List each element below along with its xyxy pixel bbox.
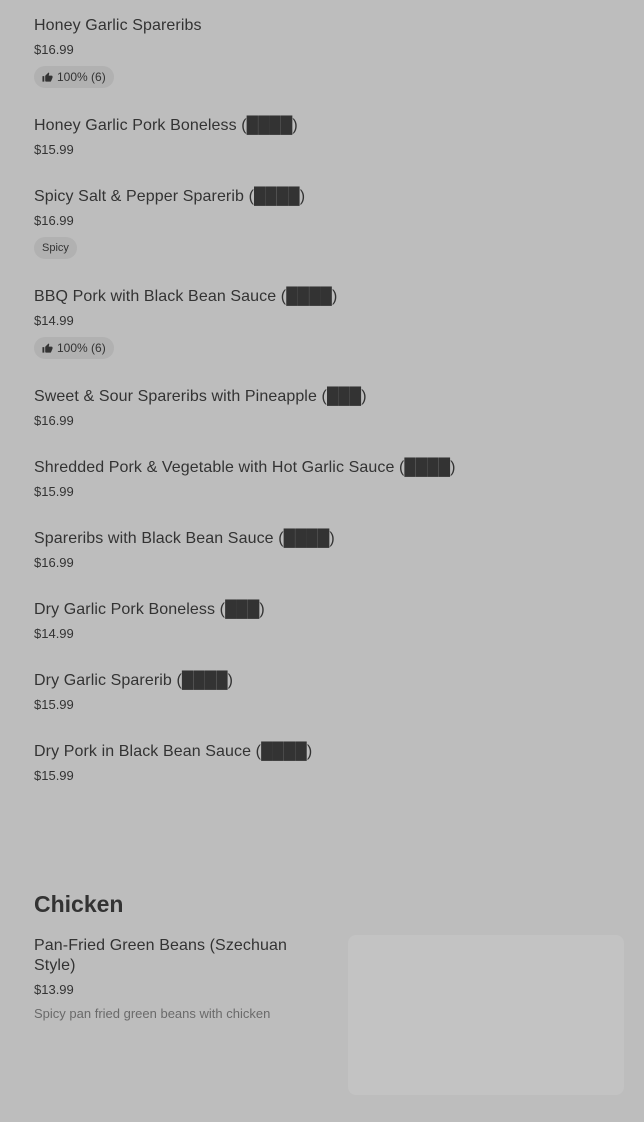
menu-item-dry-pork-black-bean[interactable]: Dry Pork in Black Bean Sauce (████) $15.…: [34, 742, 624, 785]
item-name: Spicy Salt & Pepper Sparerib (████): [34, 188, 306, 205]
item-name: BBQ Pork with Black Bean Sauce (████): [34, 288, 338, 305]
menu-item-pan-fried-green-beans[interactable]: Pan-Fried Green Beans (Szechuan Style) $…: [34, 936, 314, 1023]
thumbs-up-icon: [42, 342, 53, 353]
item-name: Honey Garlic Pork Boneless (████): [34, 117, 298, 134]
item-price: $15.99: [34, 768, 74, 783]
menu-item-spicy-salt-pepper-sparerib[interactable]: Spicy Salt & Pepper Sparerib (████) $16.…: [34, 187, 624, 259]
item-name: Spareribs with Black Bean Sauce (████): [34, 530, 335, 547]
menu-item-bbq-pork-black-bean[interactable]: BBQ Pork with Black Bean Sauce (████) $1…: [34, 287, 624, 359]
item-price: $16.99: [34, 213, 74, 228]
spicy-tag: Spicy: [34, 237, 77, 259]
menu-page: Honey Garlic Spareribs $16.99 100% (6) H…: [0, 0, 644, 1122]
menu-item-honey-garlic-spareribs[interactable]: Honey Garlic Spareribs $16.99 100% (6): [34, 16, 624, 88]
item-price: $14.99: [34, 626, 74, 641]
section-title-chicken: Chicken: [34, 891, 124, 917]
rating-text: 100% (6): [57, 341, 106, 355]
menu-item-sweet-sour-spareribs[interactable]: Sweet & Sour Spareribs with Pineapple (█…: [34, 387, 624, 430]
item-image-placeholder[interactable]: [348, 935, 624, 1095]
menu-item-dry-garlic-sparerib[interactable]: Dry Garlic Sparerib (████) $15.99: [34, 671, 624, 714]
item-price: $13.99: [34, 982, 74, 997]
item-price: $15.99: [34, 484, 74, 499]
menu-item-spareribs-black-bean[interactable]: Spareribs with Black Bean Sauce (████) $…: [34, 529, 624, 572]
menu-item-honey-garlic-pork-boneless[interactable]: Honey Garlic Pork Boneless (████) $15.99: [34, 116, 624, 159]
item-name: Shredded Pork & Vegetable with Hot Garli…: [34, 459, 456, 476]
item-name: Dry Pork in Black Bean Sauce (████): [34, 743, 313, 760]
thumbs-up-icon: [42, 71, 53, 82]
item-name: Dry Garlic Pork Boneless (███): [34, 601, 265, 618]
rating-badge: 100% (6): [34, 66, 114, 88]
item-name: Honey Garlic Spareribs: [34, 17, 202, 34]
rating-badge: 100% (6): [34, 337, 114, 359]
item-name: Sweet & Sour Spareribs with Pineapple (█…: [34, 388, 367, 405]
rating-text: 100% (6): [57, 70, 106, 84]
item-price: $14.99: [34, 313, 74, 328]
item-name: Pan-Fried Green Beans (Szechuan Style): [34, 937, 288, 974]
item-price: $15.99: [34, 142, 74, 157]
item-price: $16.99: [34, 42, 74, 57]
menu-item-dry-garlic-pork-boneless[interactable]: Dry Garlic Pork Boneless (███) $14.99: [34, 600, 624, 643]
pork-menu-list: Honey Garlic Spareribs $16.99 100% (6) H…: [34, 16, 624, 813]
item-price: $15.99: [34, 697, 74, 712]
item-price: $16.99: [34, 555, 74, 570]
menu-item-shredded-pork-vegetable[interactable]: Shredded Pork & Vegetable with Hot Garli…: [34, 458, 624, 501]
item-price: $16.99: [34, 413, 74, 428]
item-description: Spicy pan fried green beans with chicken: [34, 1006, 271, 1021]
item-name: Dry Garlic Sparerib (████): [34, 672, 234, 689]
